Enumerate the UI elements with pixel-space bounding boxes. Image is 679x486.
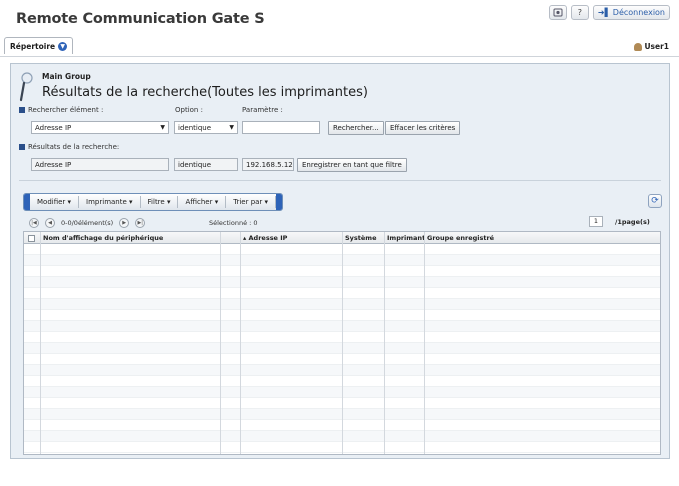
home-icon	[553, 8, 563, 17]
page-number-input[interactable]: 1	[589, 216, 603, 227]
result-option-field: identique	[174, 158, 238, 171]
home-button[interactable]	[548, 5, 567, 20]
prev-page-icon[interactable]: ◀	[45, 218, 55, 228]
top-toolbar: ? ➜▌ Déconnexion	[548, 5, 670, 20]
next-page-icon[interactable]: ▶	[119, 218, 130, 228]
logout-icon: ➜▌	[597, 8, 611, 17]
column-device-name[interactable]: Nom d'affichage du périphérique	[40, 232, 220, 244]
result-parameter-field: 192.168.5.12	[242, 158, 294, 171]
directory-menu-label: Répertoire	[10, 41, 56, 51]
chevron-down-icon: ▼	[58, 41, 68, 51]
save-as-filter-button[interactable]: Enregistrer en tant que filtre	[297, 158, 407, 172]
refresh-icon: ⟳	[651, 196, 659, 206]
search-option-select[interactable]: identique ▼	[174, 121, 238, 134]
user-icon	[634, 42, 643, 51]
group-name: Main Group	[42, 72, 91, 81]
bullet-icon	[19, 107, 25, 113]
column-system[interactable]: Système	[342, 232, 384, 244]
pager: |◀ ◀ 0-0/0élément(s) ▶ ▶|	[29, 218, 146, 228]
menu-bar: Répertoire ▼ User1	[0, 35, 679, 57]
search-parameter-input[interactable]	[242, 121, 320, 134]
user-label: User1	[644, 42, 669, 51]
search-option-label: Option :	[175, 106, 203, 114]
logout-label: Déconnexion	[612, 8, 665, 17]
refresh-button[interactable]: ⟳	[648, 194, 662, 208]
column-printer[interactable]: Imprimante	[384, 232, 424, 244]
result-element-field: Adresse IP	[31, 158, 169, 171]
results-label: Résultats de la recherche:	[19, 143, 119, 151]
search-results-panel: Main Group Résultats de la recherche(Tou…	[10, 63, 670, 459]
column-registered-group[interactable]: Groupe enregistré	[424, 232, 584, 244]
bullet-icon	[19, 144, 25, 150]
directory-menu[interactable]: Répertoire ▼	[4, 37, 74, 54]
select-all-checkbox[interactable]	[24, 232, 40, 244]
search-element-label: Rechercher élément :	[19, 106, 103, 114]
page-title: Résultats de la recherche(Toutes les imp…	[42, 85, 368, 100]
search-parameter-label: Paramètre :	[242, 106, 283, 114]
help-button[interactable]: ?	[570, 5, 589, 20]
logout-button[interactable]: ➜▌ Déconnexion	[592, 5, 670, 20]
search-element-select[interactable]: Adresse IP ▼	[31, 121, 169, 134]
menu-filtre[interactable]: Filtre ▾	[141, 196, 179, 208]
last-page-icon[interactable]: ▶|	[135, 218, 146, 228]
clear-criteria-button[interactable]: Effacer les critères	[385, 121, 461, 135]
range-text: 0-0/0élément(s)	[61, 219, 114, 227]
device-table: Nom d'affichage du périphérique ▴ Adress…	[23, 231, 661, 455]
page-total: /1page(s)	[615, 218, 650, 226]
divider	[19, 180, 661, 181]
menu-modifier[interactable]: Modifier ▾	[30, 196, 80, 208]
menu-afficher[interactable]: Afficher ▾	[178, 196, 227, 208]
chevron-down-icon: ▼	[160, 124, 165, 131]
first-page-icon[interactable]: |◀	[29, 218, 39, 228]
magnifier-icon	[19, 72, 33, 102]
chevron-down-icon: ▼	[229, 124, 234, 131]
user-menu[interactable]: User1	[634, 42, 669, 51]
menu-trier-par[interactable]: Trier par ▾	[226, 196, 277, 208]
menu-imprimante[interactable]: Imprimante ▾	[79, 196, 141, 208]
app-title: Remote Communication Gate S	[16, 11, 265, 27]
column-ip-address[interactable]: ▴ Adresse IP	[240, 232, 340, 244]
search-button[interactable]: Rechercher...	[328, 121, 384, 135]
action-toolbar: Modifier ▾ Imprimante ▾ Filtre ▾ Affiche…	[23, 193, 284, 211]
selected-count: Sélectionné : 0	[209, 219, 258, 227]
